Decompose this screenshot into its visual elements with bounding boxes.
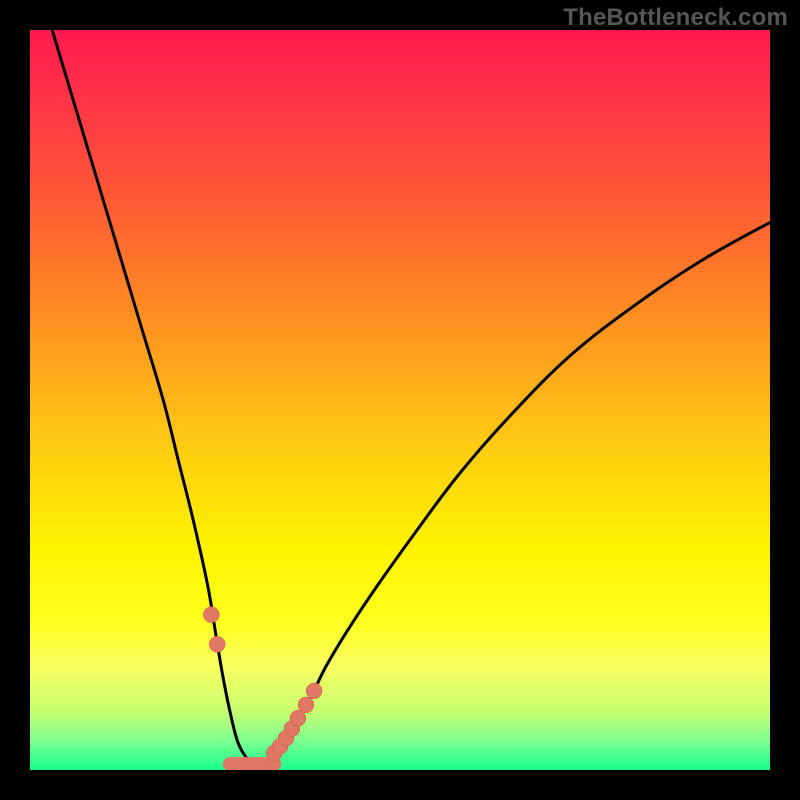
highlight-dots — [203, 607, 322, 764]
watermark-text: TheBottleneck.com — [563, 4, 788, 32]
chart-frame: TheBottleneck.com — [0, 0, 800, 800]
highlight-dot — [203, 607, 219, 623]
highlight-dot — [209, 636, 225, 652]
bottleneck-curve — [30, 30, 770, 763]
plot-area — [30, 30, 770, 770]
highlight-dot — [306, 683, 322, 699]
curve-layer — [30, 30, 770, 770]
highlight-dot — [298, 697, 314, 713]
